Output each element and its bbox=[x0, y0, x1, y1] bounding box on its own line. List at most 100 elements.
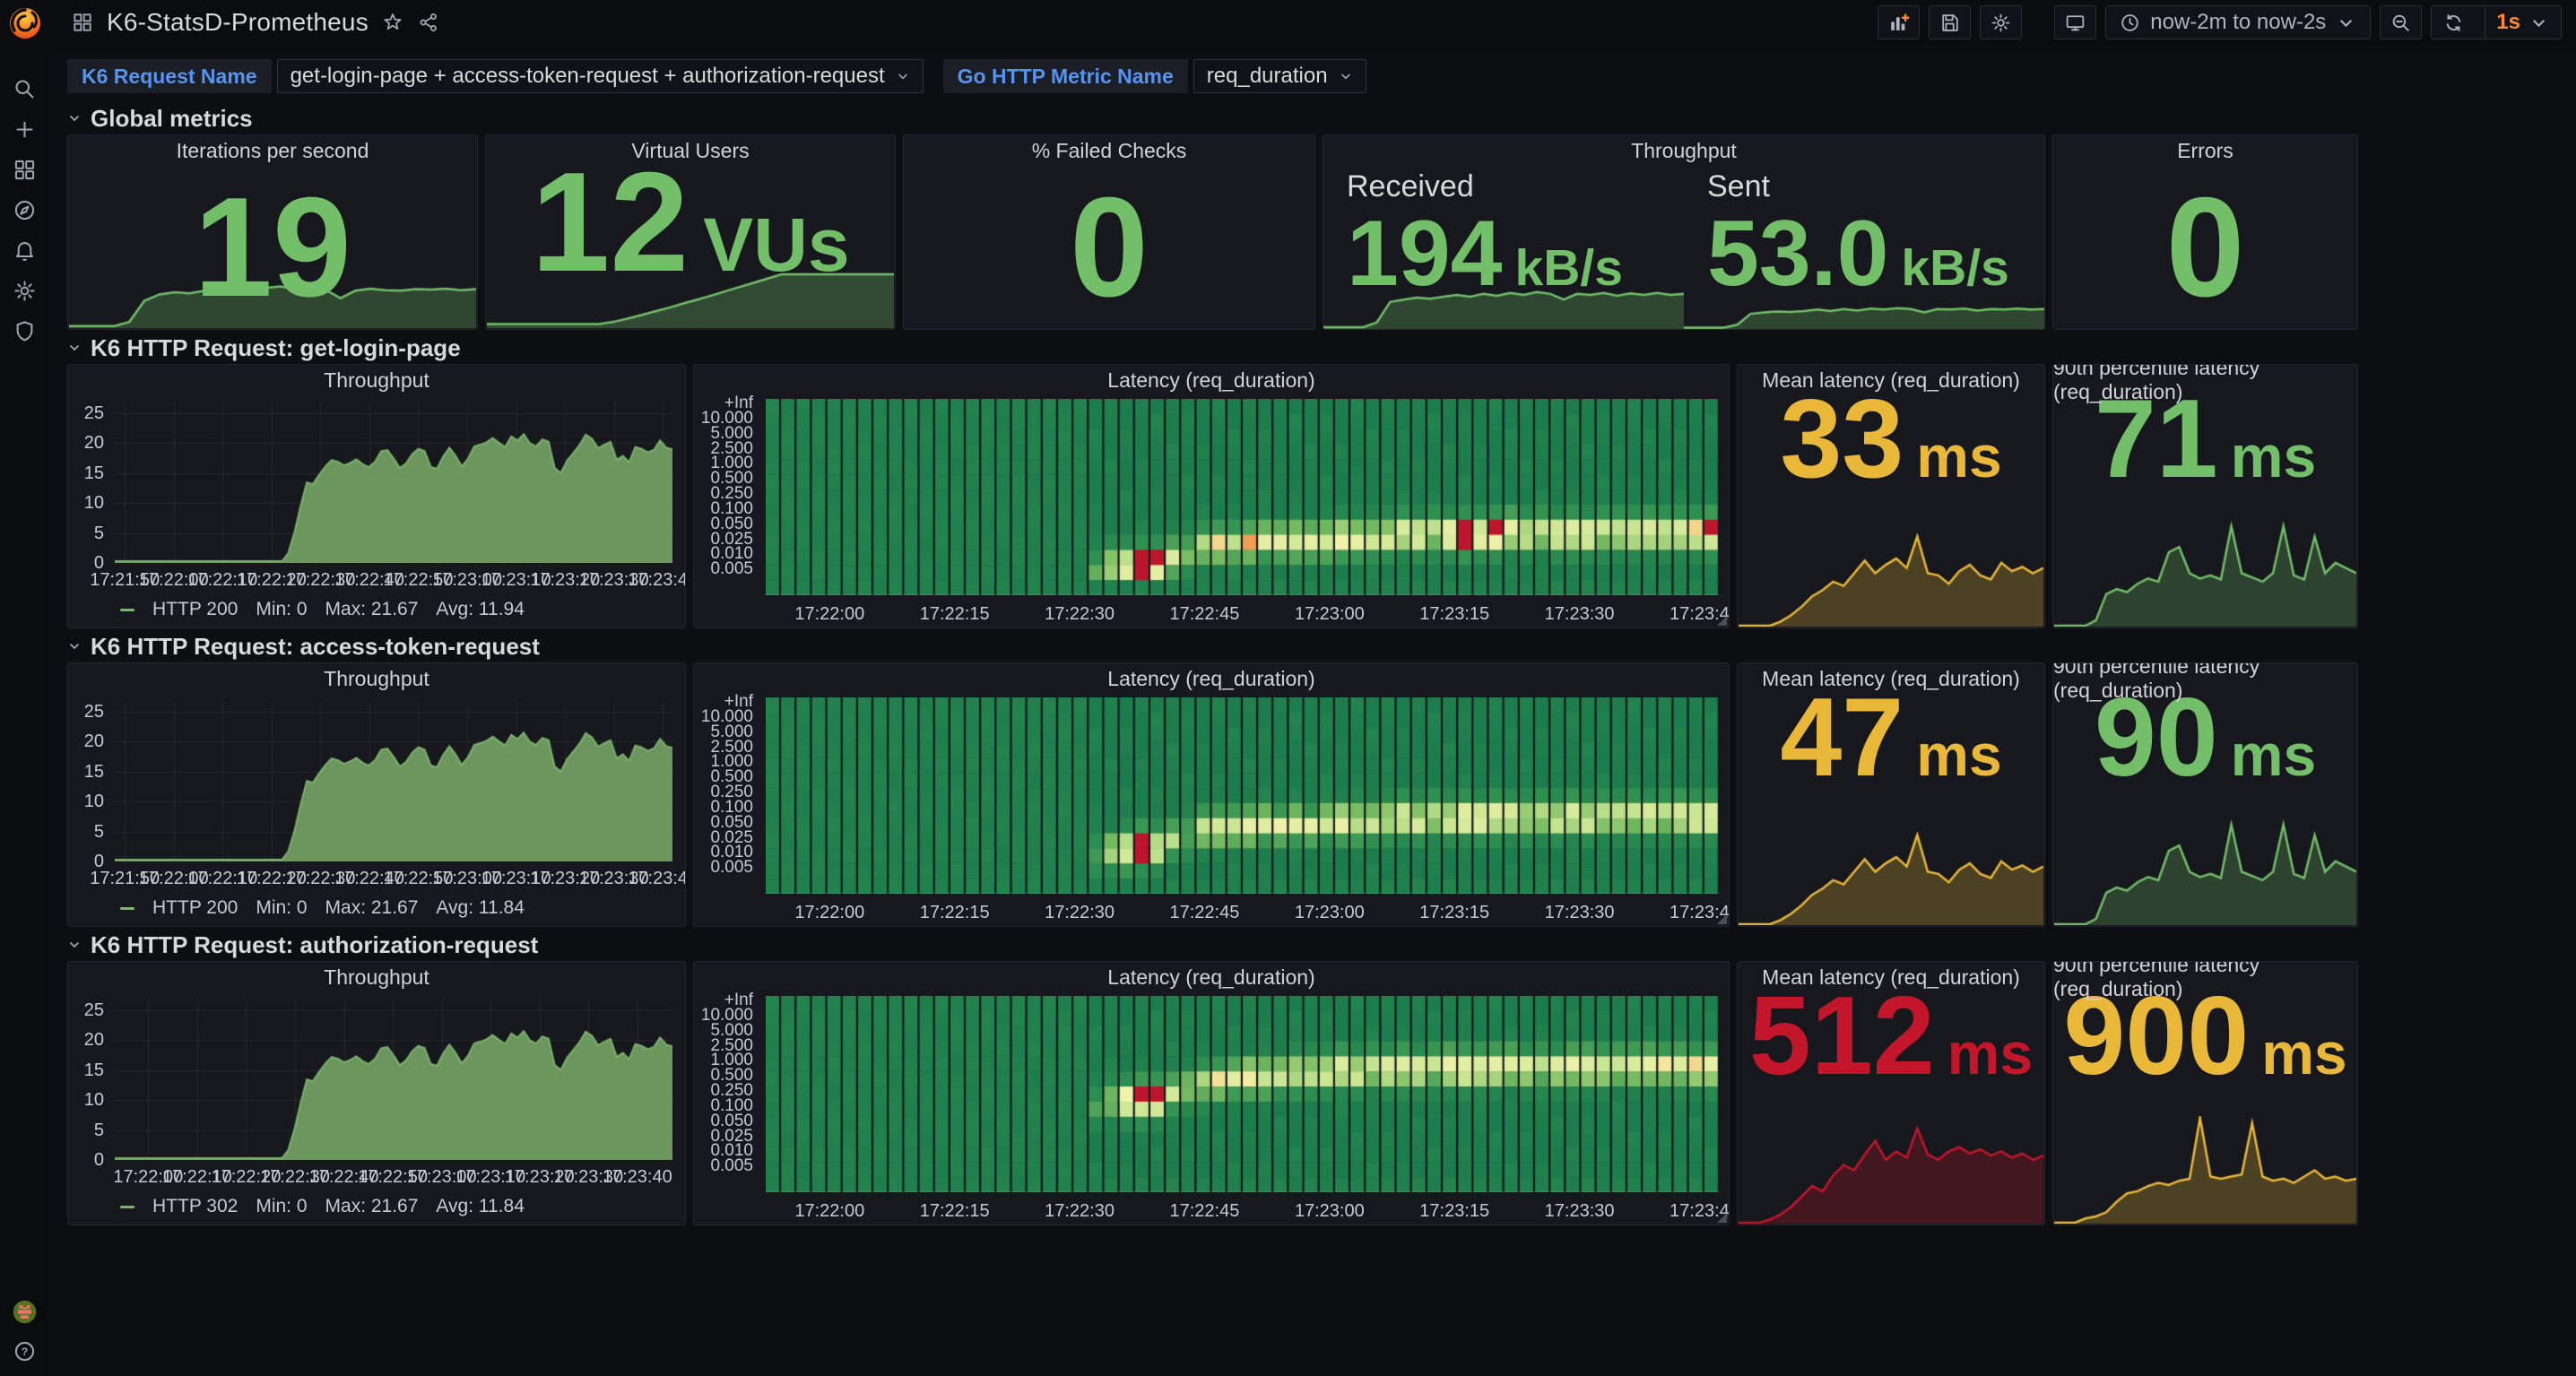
x-axis-tick: 17:23:40 bbox=[603, 1167, 672, 1188]
panel-title[interactable]: Mean latency (req_duration) bbox=[1738, 663, 2044, 694]
legend-series-label[interactable]: HTTP 200 bbox=[152, 897, 238, 919]
legend-color-dash bbox=[120, 1206, 134, 1208]
timeseries-plot[interactable]: 051015202517:21:5017:22:0017:22:1017:22:… bbox=[68, 395, 685, 592]
timeseries-plot[interactable]: 051015202517:22:0017:22:1017:22:2017:22:… bbox=[68, 992, 685, 1189]
time-range-picker[interactable]: now-2m to now-2s bbox=[2105, 5, 2371, 39]
heatmap-x-tick: 17:22:30 bbox=[1045, 604, 1115, 625]
y-axis-tick: 20 bbox=[68, 731, 104, 752]
y-axis-tick: 15 bbox=[68, 463, 104, 484]
panel-title[interactable]: 90th percentile latency (req_duration) bbox=[2053, 663, 2357, 694]
stat-value-wrap: 12 VUs bbox=[486, 166, 895, 329]
save-dashboard-button[interactable] bbox=[1929, 5, 1971, 39]
panel-title[interactable]: Throughput bbox=[1323, 135, 2044, 166]
chevron-down-icon bbox=[896, 69, 910, 83]
panel-p90-latency: 90th percentile latency (req_duration) 9… bbox=[2052, 961, 2358, 1225]
search-icon[interactable] bbox=[7, 76, 43, 101]
grafana-logo[interactable] bbox=[6, 4, 44, 42]
heatmap-plot[interactable]: +Inf10.0005.0002.5001.0000.5000.2500.100… bbox=[694, 395, 1729, 627]
heatmap-plot[interactable]: +Inf10.0005.0002.5001.0000.5000.2500.100… bbox=[694, 992, 1729, 1225]
panel-title[interactable]: Iterations per second bbox=[68, 135, 477, 166]
dashboards-icon[interactable] bbox=[7, 157, 43, 182]
y-axis-tick: 25 bbox=[68, 403, 104, 424]
panel-title[interactable]: Mean latency (req_duration) bbox=[1738, 962, 2044, 992]
stat-value: 71 bbox=[2095, 395, 2218, 484]
throughput-sent: Sent 53.0 kB/s bbox=[1684, 166, 2044, 329]
star-icon[interactable] bbox=[381, 11, 404, 34]
sidebar: ? bbox=[0, 0, 49, 1376]
panel-title[interactable]: Latency (req_duration) bbox=[694, 962, 1729, 992]
top-navbar: K6-StatsD-Prometheus now-2m bbox=[49, 0, 2576, 45]
panel-resize-handle[interactable] bbox=[1717, 616, 1727, 626]
dashboard-settings-button[interactable] bbox=[1980, 5, 2022, 39]
cycle-view-mode-button[interactable] bbox=[2054, 5, 2096, 39]
panel-resize-handle[interactable] bbox=[1717, 1213, 1727, 1223]
stat-value: 512 bbox=[1749, 992, 1935, 1081]
y-axis-tick: 5 bbox=[68, 822, 104, 843]
panel-p90-latency: 90th percentile latency (req_duration) 9… bbox=[2052, 662, 2358, 927]
section-request[interactable]: K6 HTTP Request: authorization-request bbox=[67, 929, 2576, 961]
panel-title[interactable]: Latency (req_duration) bbox=[694, 365, 1729, 395]
heatmap-x-tick: 17:23:30 bbox=[1545, 604, 1615, 625]
panel-title[interactable]: Throughput bbox=[68, 365, 685, 395]
explore-compass-icon[interactable] bbox=[7, 197, 43, 222]
heatmap-x-tick: 17:23:00 bbox=[1295, 903, 1365, 923]
legend-max: Max: 21.67 bbox=[325, 599, 419, 620]
configuration-gear-icon[interactable] bbox=[7, 278, 43, 303]
create-plus-icon[interactable] bbox=[7, 117, 43, 142]
refresh-interval-picker[interactable]: 1s bbox=[2485, 6, 2561, 39]
zoom-out-time-button[interactable] bbox=[2380, 5, 2422, 39]
section-request[interactable]: K6 HTTP Request: access-token-request bbox=[67, 630, 2576, 662]
dashboard-content: K6 Request Name get-login-page + access-… bbox=[49, 45, 2576, 1376]
variable-metric-name-value[interactable]: req_duration bbox=[1193, 59, 1366, 93]
section-global-metrics[interactable]: Global metrics bbox=[67, 102, 2576, 134]
panel-title[interactable]: Mean latency (req_duration) bbox=[1738, 365, 2044, 395]
dashboard-title[interactable]: K6-StatsD-Prometheus bbox=[107, 8, 369, 37]
panel-request-throughput: Throughput 051015202517:21:5017:22:0017:… bbox=[67, 364, 686, 628]
y-axis-tick: 25 bbox=[68, 1000, 104, 1021]
section-request[interactable]: K6 HTTP Request: get-login-page bbox=[67, 332, 2576, 364]
sent-label: Sent bbox=[1707, 169, 2021, 204]
legend-max: Max: 21.67 bbox=[325, 1196, 419, 1217]
stat-value: 90 bbox=[2095, 694, 2218, 783]
panel-title[interactable]: % Failed Checks bbox=[904, 135, 1314, 166]
refresh-button[interactable] bbox=[2432, 6, 2476, 39]
help-icon[interactable]: ? bbox=[7, 1338, 43, 1363]
panel-resize-handle[interactable] bbox=[1717, 914, 1727, 924]
request-sections: K6 HTTP Request: get-login-page Throughp… bbox=[67, 332, 2576, 1225]
variable-metric-name-label[interactable]: Go HTTP Metric Name bbox=[943, 59, 1188, 93]
legend-series-label[interactable]: HTTP 302 bbox=[152, 1196, 238, 1217]
heatmap-x-tick: 17:22:15 bbox=[920, 903, 990, 923]
y-axis-tick: 20 bbox=[68, 1030, 104, 1051]
panel-title[interactable]: Latency (req_duration) bbox=[694, 663, 1729, 694]
panel-failed-checks: % Failed Checks 0 bbox=[903, 134, 1315, 330]
share-icon[interactable] bbox=[417, 11, 440, 34]
add-panel-button[interactable] bbox=[1878, 5, 1920, 39]
panel-virtual-users: Virtual Users 12 VUs bbox=[485, 134, 896, 330]
variable-request-name-value[interactable]: get-login-page + access-token-request + … bbox=[277, 59, 924, 93]
panel-title[interactable]: Virtual Users bbox=[486, 135, 895, 166]
variable-request-name-label[interactable]: K6 Request Name bbox=[67, 59, 272, 93]
x-axis-tick: 17:23:40 bbox=[628, 570, 686, 591]
panel-title[interactable]: Throughput bbox=[68, 962, 685, 992]
legend-series-label[interactable]: HTTP 200 bbox=[152, 599, 238, 620]
timeseries-plot[interactable]: 051015202517:21:5017:22:0017:22:1017:22:… bbox=[68, 694, 685, 890]
panel-title[interactable]: 90th percentile latency (req_duration) bbox=[2053, 365, 2357, 395]
panel-title[interactable]: Errors bbox=[2053, 135, 2357, 166]
section-title: K6 HTTP Request: get-login-page bbox=[91, 334, 461, 362]
panel-p90-latency: 90th percentile latency (req_duration) 7… bbox=[2052, 364, 2358, 628]
legend-avg: Avg: 11.84 bbox=[436, 897, 524, 919]
alerting-bell-icon[interactable] bbox=[7, 238, 43, 263]
server-admin-shield-icon[interactable] bbox=[7, 318, 43, 343]
heatmap-y-tick: 0.005 bbox=[694, 1156, 753, 1176]
panel-title[interactable]: 90th percentile latency (req_duration) bbox=[2053, 962, 2357, 992]
stat-suffix: VUs bbox=[703, 202, 849, 289]
stat-value: 0 bbox=[1070, 191, 1149, 304]
apps-grid-icon[interactable] bbox=[71, 11, 94, 34]
legend-min: Min: 0 bbox=[256, 599, 307, 620]
timeseries-legend: HTTP 200 Min: 0 Max: 21.67 Avg: 11.94 bbox=[68, 592, 685, 627]
panel-mean-latency: Mean latency (req_duration) 33 ms bbox=[1737, 364, 2045, 628]
panel-title[interactable]: Throughput bbox=[68, 663, 685, 694]
user-avatar[interactable] bbox=[7, 1299, 43, 1324]
heatmap-plot[interactable]: +Inf10.0005.0002.5001.0000.5000.2500.100… bbox=[694, 694, 1729, 926]
panel-mean-latency: Mean latency (req_duration) 47 ms bbox=[1737, 662, 2045, 927]
